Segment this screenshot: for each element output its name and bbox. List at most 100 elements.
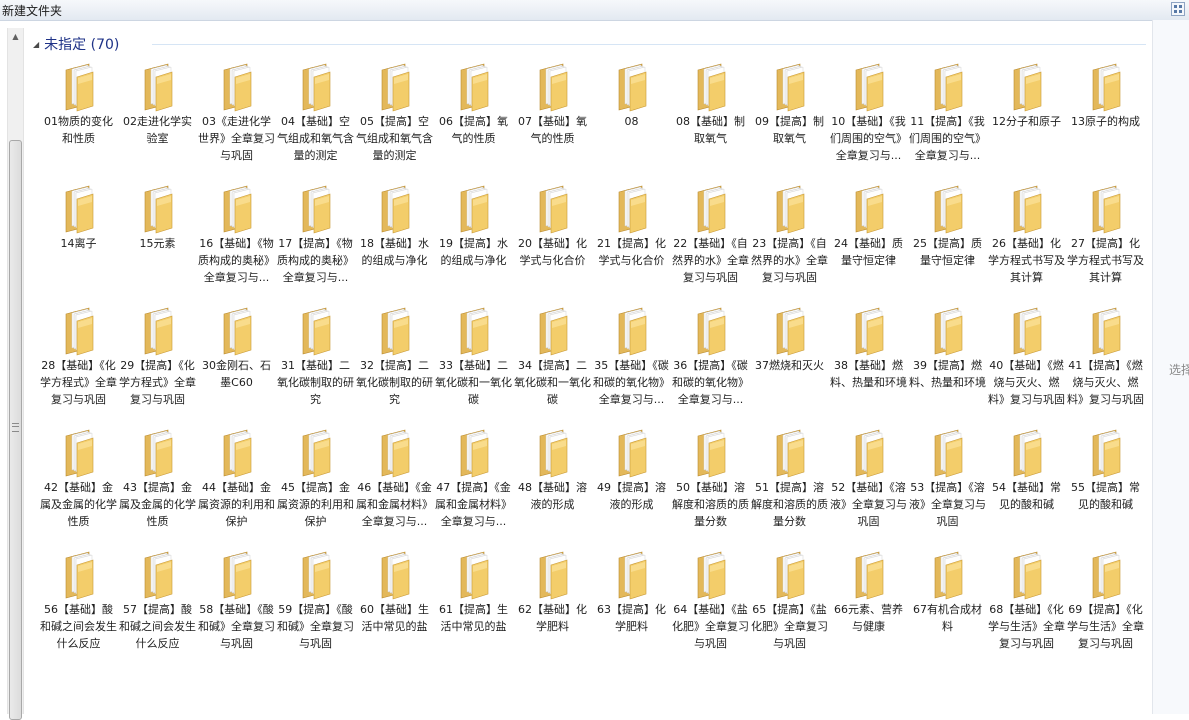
folder-name: 34【提高】二氧化碳和一氧化碳: [514, 359, 591, 406]
folder-name: 54【基础】常见的酸和碱: [992, 481, 1061, 511]
folder-name: 56【基础】酸和碱之间会发生什么反应: [40, 603, 117, 650]
folder-icon: [458, 182, 490, 234]
folder-icon: [1090, 182, 1122, 234]
folder-icon: [853, 548, 885, 600]
folder-icon: [616, 426, 648, 478]
folder-icon: [616, 548, 648, 600]
folder-icon: [379, 182, 411, 234]
folder-icon: [142, 426, 174, 478]
folder-name: 36【提高】《碳和碳的氧化物》全章复习与...: [672, 359, 749, 406]
folder-icon: [932, 426, 964, 478]
folder-name: 09【提高】制取氧气: [755, 115, 824, 145]
folder-icon: [379, 304, 411, 356]
folder-name: 62【基础】化学肥料: [518, 603, 587, 633]
folder-name: 25【提高】质量守恒定律: [913, 237, 982, 267]
folder-name: 39【提高】燃料、热量和环境: [909, 359, 986, 389]
folder-name: 40【基础】《燃烧与灭火、燃料》复习与巩固: [988, 359, 1065, 406]
folder-name: 03《走进化学世界》全章复习与巩固: [198, 115, 275, 162]
folder-name: 59【提高】《酸和碱》全章复习与巩固: [277, 603, 354, 650]
folder-name: 44【基础】金属资源的利用和保护: [198, 481, 275, 528]
folder-name: 16【基础】《物质构成的奥秘》全章复习与...: [198, 237, 275, 284]
folder-name: 61【提高】生活中常见的盐: [439, 603, 508, 633]
window-title: 新建文件夹: [2, 4, 63, 18]
scrollbar-thumb[interactable]: [9, 140, 22, 720]
folder-name: 42【基础】金属及金属的化学性质: [40, 481, 117, 528]
folder-name: 28【基础】《化学方程式》全章复习与巩固: [40, 359, 117, 406]
file-view: ◢ 未指定 (70) 01物质的变化和性质 02走进化学实验室 03《走进化学世界…: [24, 28, 1152, 714]
folder-name: 41【提高】《燃烧与灭火、燃料》复习与巩固: [1067, 359, 1144, 406]
folder-icon: [458, 60, 490, 112]
folder-name: 22【基础】《自然界的水》全章复习与巩固: [672, 237, 749, 284]
folder-name: 66元素、营养与健康: [834, 603, 903, 633]
folder-icon: [695, 182, 727, 234]
folder-icon: [63, 60, 95, 112]
folder-name: 35【基础】《碳和碳的氧化物》全章复习与...: [593, 359, 670, 406]
folder-name: 47【提高】《金属和金属材料》全章复习与...: [435, 481, 512, 528]
folder-icon: [774, 304, 806, 356]
folder-name: 07【基础】氧气的性质: [518, 115, 587, 145]
folder-icon: [142, 548, 174, 600]
folder-icon: [300, 426, 332, 478]
folder-name: 52【基础】《溶液》全章复习与巩固: [830, 481, 907, 528]
folder-name: 12分子和原子: [992, 115, 1061, 128]
folder-icon: [932, 548, 964, 600]
folder-name: 02走进化学实验室: [123, 115, 192, 145]
folder-name: 08: [624, 115, 639, 128]
folder-name: 27【提高】化学方程式书写及其计算: [1067, 237, 1144, 284]
folder-name: 50【基础】溶解度和溶质的质量分数: [672, 481, 749, 528]
folder-name: 30金刚石、石墨C60: [202, 359, 271, 389]
folder-name: 01物质的变化和性质: [44, 115, 113, 145]
folder-icon: [63, 548, 95, 600]
folder-name: 55【提高】常见的酸和碱: [1071, 481, 1140, 511]
folder-name: 20【基础】化学式与化合价: [518, 237, 587, 267]
folder-icon: [695, 304, 727, 356]
folder-icon: [221, 182, 253, 234]
group-label: 未指定 (70): [44, 37, 120, 53]
folder-name: 65【提高】《盐 化肥》全章复习与巩固: [751, 603, 828, 650]
folder-icon: [695, 60, 727, 112]
folder-icon: [458, 548, 490, 600]
folder-name: 24【基础】质量守恒定律: [834, 237, 903, 267]
folder-name: 33【基础】二氧化碳和一氧化碳: [435, 359, 512, 406]
folder-name: 18【基础】水的组成与净化: [360, 237, 429, 267]
vertical-scrollbar[interactable]: ▲: [7, 28, 24, 720]
folder-name: 37燃烧和灭火: [755, 359, 824, 372]
group-header[interactable]: ◢ 未指定 (70): [33, 34, 119, 54]
folder-icon: [63, 426, 95, 478]
folder-icon: [695, 548, 727, 600]
details-pane: 选择: [1152, 20, 1189, 714]
folder-name: 05【提高】空气组成和氧气含量的测定: [356, 115, 433, 162]
folder-name: 69【提高】《化学与生活》全章复习与巩固: [1067, 603, 1144, 650]
folder-icon: [932, 60, 964, 112]
folder-name: 45【提高】金属资源的利用和保护: [277, 481, 354, 528]
folder-icon: [379, 426, 411, 478]
folder-icon: [616, 304, 648, 356]
folder-name: 43【提高】金属及金属的化学性质: [119, 481, 196, 528]
folder-icon: [63, 182, 95, 234]
folder-icon: [537, 60, 569, 112]
details-pane-hint: 选择: [1169, 363, 1189, 377]
folder-icon: [1090, 304, 1122, 356]
folder-icon: [1090, 426, 1122, 478]
folder-icon: [1090, 60, 1122, 112]
folder-icon: [537, 182, 569, 234]
folder-icon: [458, 304, 490, 356]
folder-icon: [1011, 182, 1043, 234]
folder-icon: [300, 304, 332, 356]
preview-pane-icon[interactable]: [1171, 2, 1185, 16]
folder-name: 13原子的构成: [1071, 115, 1140, 128]
folder-icon: [616, 182, 648, 234]
folder-icon: [853, 182, 885, 234]
folder-icon: [379, 60, 411, 112]
folder-name: 06【提高】氧气的性质: [439, 115, 508, 145]
folder-icon: [458, 426, 490, 478]
scroll-up-arrow-icon[interactable]: ▲: [8, 28, 23, 45]
folder-icon: [537, 304, 569, 356]
folder-name: 68【基础】《化学与生活》全章复习与巩固: [988, 603, 1065, 650]
folder-icon: [774, 60, 806, 112]
folder-name: 17【提高】《物质构成的奥秘》全章复习与...: [277, 237, 354, 284]
folder-icon: [1090, 548, 1122, 600]
folder-icon: [142, 304, 174, 356]
collapse-arrow-icon[interactable]: ◢: [33, 40, 39, 49]
folder-icon: [221, 548, 253, 600]
